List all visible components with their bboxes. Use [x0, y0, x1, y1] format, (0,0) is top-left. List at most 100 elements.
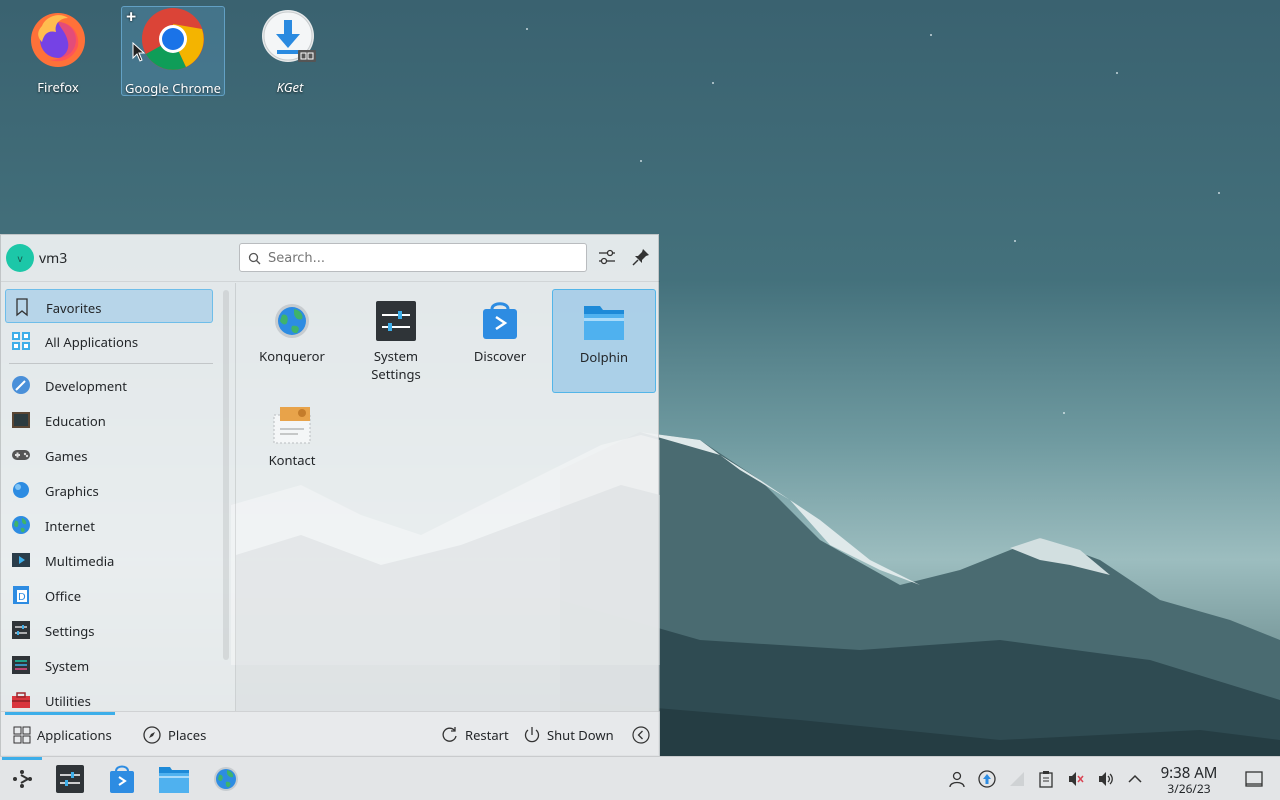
shutdown-button[interactable]: Shut Down: [523, 724, 617, 746]
search-input[interactable]: [268, 248, 578, 268]
restart-label: Restart: [465, 726, 509, 744]
folder-icon: [582, 300, 626, 344]
graphics-icon: [13, 482, 29, 498]
category-label: Games: [45, 447, 88, 465]
category-games[interactable]: Games: [5, 438, 213, 472]
system-settings-icon: [56, 765, 84, 793]
clock-date: 3/26/23: [1167, 780, 1211, 797]
chrome-icon: [142, 8, 204, 70]
category-label: Development: [45, 377, 127, 395]
taskbar-system-settings[interactable]: [54, 763, 86, 795]
app-discover[interactable]: Discover: [448, 289, 552, 393]
update-icon[interactable]: [978, 770, 996, 788]
konqueror-icon: [270, 299, 314, 343]
app-system-settings[interactable]: System Settings: [344, 289, 448, 393]
category-label: Office: [45, 587, 82, 605]
system-settings-icon: [374, 299, 418, 343]
category-label: All Applications: [45, 333, 139, 351]
category-utilities[interactable]: Utilities: [5, 683, 213, 711]
category-development[interactable]: Development: [5, 368, 213, 402]
app-label: Kontact: [268, 451, 316, 469]
category-sidebar: Favorites All Applications Development E…: [1, 283, 217, 711]
konqueror-icon: [214, 767, 238, 791]
sidebar-scrollbar[interactable]: [223, 290, 229, 660]
grid-icon: [13, 726, 31, 744]
shutdown-label: Shut Down: [547, 726, 614, 744]
kde-launcher-icon[interactable]: [6, 763, 38, 795]
app-label-line1: System: [373, 347, 419, 365]
desktop-icon-firefox[interactable]: Firefox: [6, 6, 110, 96]
category-label: Internet: [45, 517, 95, 535]
gamepad-icon: [12, 450, 30, 460]
user-icon[interactable]: [948, 770, 966, 788]
configure-icon[interactable]: [597, 247, 619, 269]
tab-label: Places: [168, 726, 207, 744]
app-label-line2: Settings: [371, 365, 421, 383]
category-education[interactable]: Education: [5, 403, 213, 437]
avatar[interactable]: v: [6, 244, 34, 272]
power-icon: [524, 727, 540, 743]
category-graphics[interactable]: Graphics: [5, 473, 213, 507]
app-dolphin[interactable]: Dolphin: [552, 289, 656, 393]
more-options-button[interactable]: [632, 724, 650, 746]
divider: [235, 283, 236, 711]
volume-icon[interactable]: [1097, 770, 1115, 788]
category-label: Favorites: [46, 299, 102, 317]
restart-button[interactable]: Restart: [441, 724, 513, 746]
username: vm3: [39, 249, 68, 268]
taskbar-dolphin[interactable]: [158, 763, 190, 795]
desktop-icon-kget[interactable]: KGet: [238, 6, 342, 96]
category-internet[interactable]: Internet: [5, 508, 213, 542]
pin-icon[interactable]: [631, 247, 653, 269]
add-icon[interactable]: +: [126, 5, 136, 29]
globe-icon: [12, 516, 30, 534]
grid-icon: [12, 332, 30, 350]
taskbar-konqueror[interactable]: [210, 763, 242, 795]
active-tab-indicator: [5, 712, 115, 715]
tab-places[interactable]: Places: [143, 724, 223, 746]
category-label: Settings: [45, 622, 95, 640]
launcher-footer: Applications Places Restart Shut Down: [1, 711, 660, 757]
search-field[interactable]: [239, 243, 587, 272]
search-icon: [248, 252, 261, 265]
mouse-cursor-icon: [132, 42, 146, 62]
digital-clock[interactable]: 9:38 AM 3/26/23: [1152, 764, 1226, 796]
clipboard-icon[interactable]: [1037, 770, 1055, 788]
discover-icon: [110, 765, 134, 793]
app-label: System Settings: [344, 347, 448, 383]
tab-label: Applications: [37, 726, 112, 744]
app-label: Konqueror: [259, 347, 325, 365]
restart-icon: [442, 727, 457, 742]
system-icon: [12, 656, 30, 674]
category-multimedia[interactable]: Multimedia: [5, 543, 213, 577]
taskbar-discover[interactable]: [106, 763, 138, 795]
category-system[interactable]: System: [5, 648, 213, 682]
launcher-header: v vm3: [1, 235, 660, 282]
desktop-icon-label: KGet: [276, 78, 304, 96]
category-label: System: [45, 657, 90, 675]
app-konqueror[interactable]: Konqueror: [240, 289, 344, 393]
kget-icon: [260, 8, 320, 68]
bookmark-icon: [16, 298, 28, 317]
folder-icon: [159, 767, 189, 793]
show-desktop-icon[interactable]: [1245, 770, 1263, 788]
multimedia-icon: [12, 553, 30, 567]
mute-icon[interactable]: [1067, 770, 1085, 788]
tab-applications[interactable]: Applications: [13, 724, 123, 746]
taskbar: 9:38 AM 3/26/23: [0, 756, 1280, 800]
svg-text:D: D: [18, 592, 26, 603]
app-kontact[interactable]: Kontact: [240, 393, 344, 497]
education-icon: [12, 412, 30, 428]
network-icon[interactable]: [1008, 770, 1026, 788]
category-settings[interactable]: Settings: [5, 613, 213, 647]
compass-icon: [143, 726, 161, 744]
discover-icon: [478, 299, 522, 343]
category-all-applications[interactable]: All Applications: [5, 324, 213, 358]
desktop-icon-label: Firefox: [37, 78, 79, 96]
office-icon: D: [13, 586, 29, 604]
chevron-up-icon[interactable]: [1126, 770, 1144, 788]
category-office[interactable]: D Office: [5, 578, 213, 612]
category-favorites[interactable]: Favorites: [5, 289, 213, 323]
chevron-left-icon: [632, 726, 650, 744]
app-label: Dolphin: [579, 348, 629, 366]
